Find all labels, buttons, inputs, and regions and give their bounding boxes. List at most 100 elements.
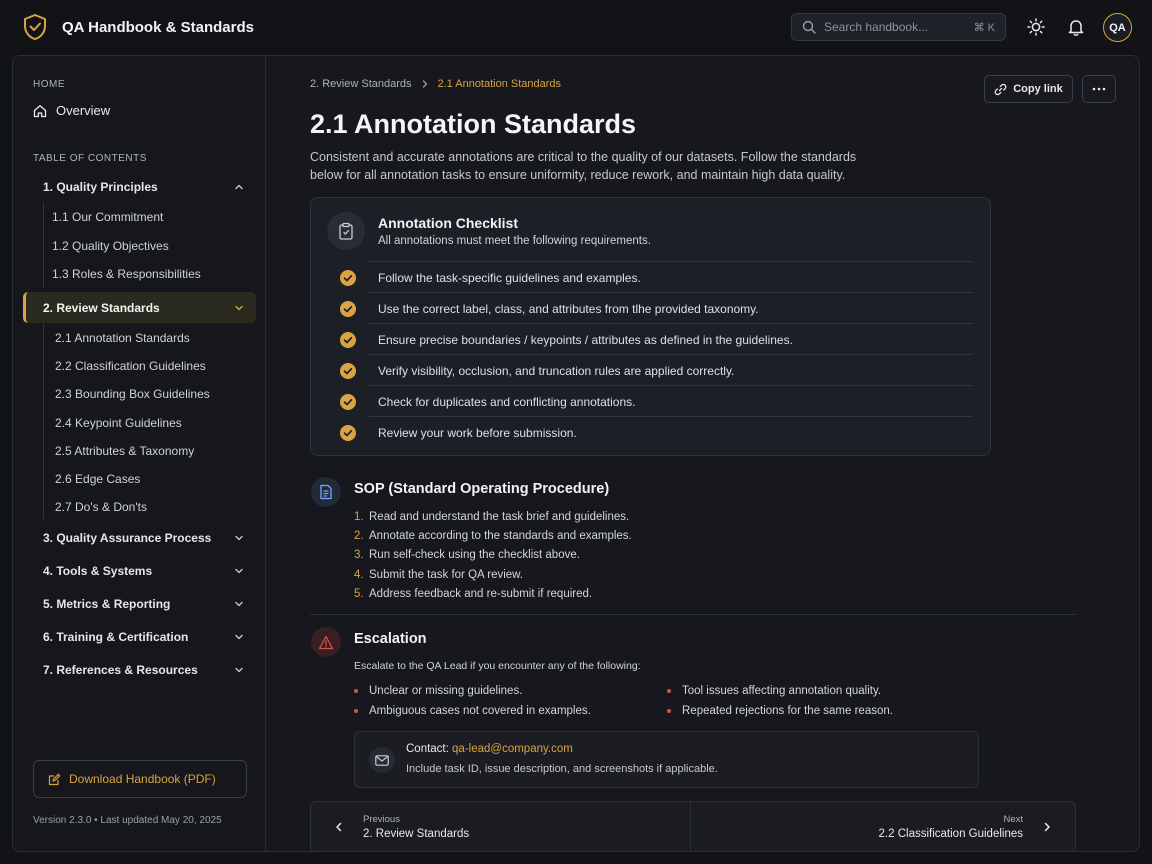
contact-email-link[interactable]: qa-lead@company.com	[452, 743, 573, 755]
toc-group-label: 2. Review Standards	[43, 300, 160, 315]
page-title: 2.1 Annotation Standards	[310, 109, 637, 139]
sidebar-item-overview[interactable]: Overview	[33, 103, 110, 118]
sop-step: 2. Annotate according to the standards an…	[354, 530, 632, 542]
alert-icon	[311, 627, 341, 657]
previous-page-button[interactable]: Previous 2. Review Standards	[310, 801, 691, 851]
checklist-item: Check for duplicates and conflicting ann…	[340, 386, 973, 417]
sop-step-text: Run self-check using the checklist above…	[369, 549, 580, 561]
shield-check-icon	[22, 13, 48, 41]
toc-item-1-3[interactable]: 1.3 Roles & Responsibilities	[52, 267, 201, 281]
mail-icon	[369, 747, 395, 773]
toc-item-2-2[interactable]: 2.2 Classification Guidelines	[55, 359, 206, 373]
top-bar: QA Handbook & Standards ⌘ K QA	[0, 0, 1152, 56]
bullet-text: Ambiguous cases not covered in examples.	[369, 705, 591, 717]
toc-rail	[43, 202, 44, 288]
escalation-bullet: Tool issues affecting annotation quality…	[667, 685, 881, 697]
toc-group-quality-principles[interactable]: 1. Quality Principles	[23, 171, 256, 202]
avatar-initials: QA	[1109, 21, 1126, 34]
chevron-down-icon	[234, 632, 244, 642]
chevron-right-icon	[420, 79, 430, 89]
sop-title: SOP (Standard Operating Procedure)	[354, 481, 610, 497]
main-content: 2. Review Standards 2.1 Annotation Stand…	[267, 56, 1139, 851]
toc-item-1-2[interactable]: 1.2 Quality Objectives	[52, 239, 169, 253]
link-icon	[994, 83, 1007, 96]
toc-item-2-4[interactable]: 2.4 Keypoint Guidelines	[55, 416, 182, 430]
toc-item-1-1[interactable]: 1.1 Our Commitment	[52, 210, 163, 224]
annotation-checklist-card: Annotation Checklist All annotations mus…	[310, 197, 991, 456]
search-icon	[802, 20, 816, 34]
toc-item-2-6[interactable]: 2.6 Edge Cases	[55, 472, 140, 486]
check-circle-icon	[340, 424, 356, 441]
sop-step-text: Annotate according to the standards and …	[369, 530, 632, 542]
breadcrumb-current: 2.1 Annotation Standards	[437, 78, 562, 90]
chevron-up-icon	[234, 182, 244, 192]
copy-link-button[interactable]: Copy link	[984, 75, 1073, 103]
toc-group-label: 7. References & Resources	[43, 662, 198, 677]
chevron-left-icon	[333, 821, 345, 833]
toc-group-qa-process[interactable]: 3. Quality Assurance Process	[23, 522, 256, 553]
more-horizontal-icon	[1092, 87, 1106, 91]
toc-rail	[43, 323, 44, 519]
toc-group-training-certification[interactable]: 6. Training & Certification	[23, 621, 256, 652]
bullet-text: Repeated rejections for the same reason.	[682, 705, 893, 717]
toc-group-label: 1. Quality Principles	[43, 179, 158, 194]
breadcrumb-item[interactable]: 2. Review Standards	[310, 78, 412, 90]
checklist-item: Review your work before submission.	[340, 417, 973, 448]
sop-step: 1. Read and understand the task brief and…	[354, 511, 630, 523]
previous-title: 2. Review Standards	[363, 828, 470, 840]
sop-step-text: Address feedback and re-submit if requir…	[369, 588, 593, 600]
toc-item-2-3[interactable]: 2.3 Bounding Box Guidelines	[55, 387, 210, 401]
toc-group-tools-systems[interactable]: 4. Tools & Systems	[23, 555, 256, 586]
checklist-item: Use the correct label, class, and attrib…	[340, 293, 973, 324]
chevron-down-icon	[234, 533, 244, 543]
clipboard-icon	[327, 212, 365, 250]
checklist-item-text: Use the correct label, class, and attrib…	[378, 301, 759, 316]
search-input[interactable]	[824, 20, 964, 34]
checklist-title: Annotation Checklist	[378, 215, 519, 231]
check-circle-icon	[340, 269, 356, 286]
chevron-down-icon	[234, 303, 244, 313]
toc-item-2-7[interactable]: 2.7 Do's & Don'ts	[55, 500, 147, 514]
contact-note: Include task ID, issue description, and …	[406, 763, 718, 775]
content-frame: HOME Overview TABLE OF CONTENTS 1. Quali…	[12, 55, 1140, 852]
toc-group-review-standards[interactable]: 2. Review Standards	[23, 292, 256, 323]
search-box[interactable]: ⌘ K	[791, 13, 1006, 41]
checklist-item: Follow the task-specific guidelines and …	[340, 262, 973, 293]
avatar[interactable]: QA	[1103, 13, 1132, 42]
bullet-text: Tool issues affecting annotation quality…	[682, 685, 882, 697]
checklist-item: Ensure precise boundaries / keypoints / …	[340, 324, 973, 355]
copy-link-label: Copy link	[1013, 83, 1063, 95]
toc-item-2-5[interactable]: 2.5 Attributes & Taxonomy	[55, 444, 194, 458]
contact-line: Contact: qa-lead@company.com	[406, 743, 573, 755]
sop-step: 3. Run self-check using the checklist abo…	[354, 549, 580, 561]
sun-icon[interactable]	[1026, 17, 1046, 37]
toc-item-2-1[interactable]: 2.1 Annotation Standards	[55, 331, 190, 345]
escalation-bullet: Unclear or missing guidelines.	[354, 685, 522, 697]
escalation-bullet: Ambiguous cases not covered in examples.	[354, 705, 591, 717]
toc-group-label: 4. Tools & Systems	[43, 563, 153, 578]
overview-label: Overview	[56, 103, 111, 118]
chevron-down-icon	[234, 665, 244, 675]
more-options-button[interactable]	[1082, 75, 1116, 103]
check-circle-icon	[340, 393, 356, 410]
contact-card: Contact: qa-lead@company.com Include tas…	[354, 731, 979, 788]
sop-step-text: Read and understand the task brief and g…	[369, 511, 630, 523]
bell-icon[interactable]	[1066, 17, 1086, 37]
escalation-bullet: Repeated rejections for the same reason.	[667, 705, 893, 717]
chevron-down-icon	[234, 566, 244, 576]
checklist-item-text: Ensure precise boundaries / keypoints / …	[378, 332, 793, 347]
escalation-intro: Escalate to the QA Lead if you encounter…	[354, 660, 641, 672]
toc-group-metrics-reporting[interactable]: 5. Metrics & Reporting	[23, 588, 256, 619]
sop-step-text: Submit the task for QA review.	[369, 569, 524, 581]
breadcrumb: 2. Review Standards 2.1 Annotation Stand…	[310, 78, 561, 90]
sop-step: 4. Submit the task for QA review.	[354, 569, 524, 581]
toc-group-references-resources[interactable]: 7. References & Resources	[23, 654, 256, 685]
next-label: Next	[1003, 814, 1023, 825]
chevron-right-icon	[1041, 821, 1053, 833]
contact-label: Contact:	[406, 743, 449, 755]
edit-document-icon	[48, 773, 61, 786]
sop-step: 5. Address feedback and re-submit if requ…	[354, 588, 593, 600]
next-page-button[interactable]: Next 2.2 Classification Guidelines	[690, 801, 1076, 851]
download-handbook-button[interactable]: Download Handbook (PDF)	[33, 760, 247, 798]
section-divider	[310, 614, 1076, 615]
